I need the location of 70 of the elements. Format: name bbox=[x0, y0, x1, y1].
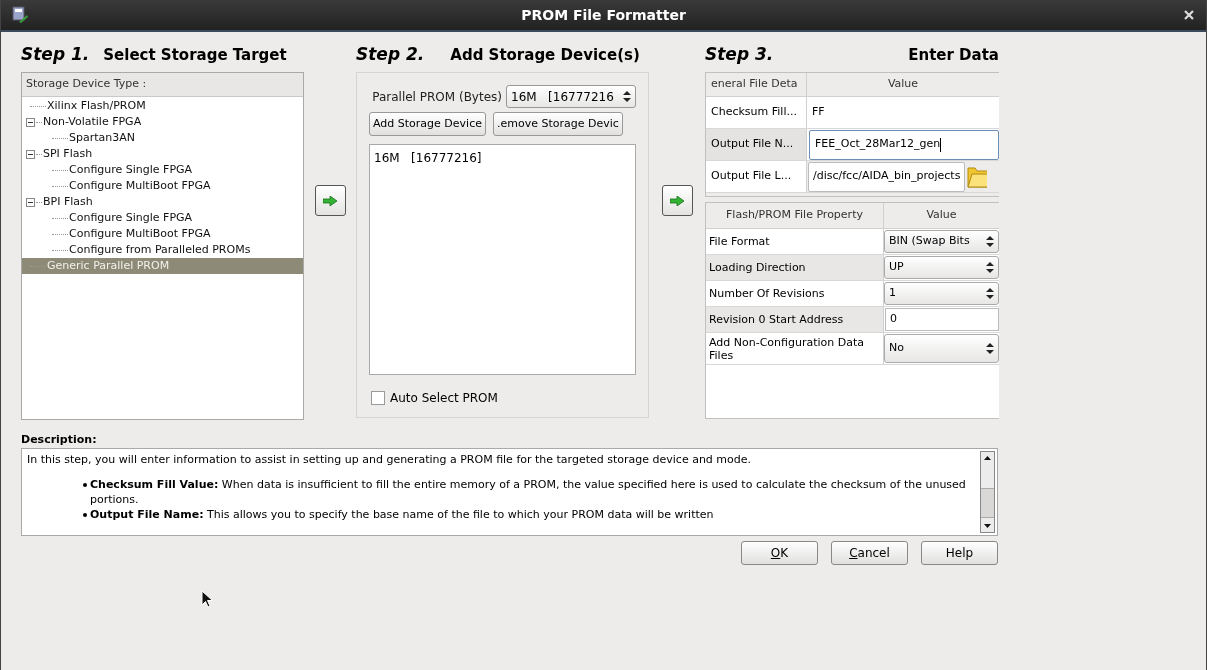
column-header: Flash/PROM File Property bbox=[706, 203, 884, 228]
step-title: Add Storage Device(s) bbox=[450, 45, 640, 66]
value-dropdown[interactable]: UP bbox=[884, 256, 999, 279]
step-number: Step 2. bbox=[356, 43, 425, 66]
column-header: Storage Device Type : bbox=[22, 73, 303, 97]
location-field[interactable]: /disc/fcc/AIDA_bin_projects bbox=[808, 161, 966, 192]
step-title: Select Storage Target bbox=[103, 45, 287, 66]
window-title: PROM File Formatter bbox=[521, 5, 686, 25]
storage-button[interactable]: Add Storage Device bbox=[369, 112, 486, 136]
value-dropdown[interactable]: 1 bbox=[884, 282, 999, 305]
next-button[interactable] bbox=[661, 185, 693, 216]
step-number: Step 3. bbox=[705, 43, 774, 66]
next-button[interactable] bbox=[314, 185, 346, 216]
scrollbar[interactable] bbox=[980, 451, 995, 533]
spinner-icon bbox=[623, 91, 631, 102]
arrow-icon bbox=[323, 195, 337, 206]
row-label: Checksum Fill... bbox=[706, 97, 807, 128]
row-label: Add Non-Configuration Data Files bbox=[706, 333, 884, 364]
section-label: Description: bbox=[21, 432, 98, 448]
size-dropdown[interactable]: 16M [16777216 bbox=[506, 85, 636, 108]
description-text: In this step, you will enter information to assist in setting up and generating a PROM file for the targeted storage device and mode. bbox=[27, 452, 753, 467]
storage-button[interactable]: .emove Storage Devic bbox=[492, 112, 623, 136]
bullet-icon bbox=[83, 513, 87, 517]
auto-select-checkbox[interactable] bbox=[371, 391, 385, 405]
step-number: Step 1. bbox=[21, 43, 90, 66]
dialog-button[interactable]: Help bbox=[921, 541, 998, 565]
expander-icon[interactable] bbox=[26, 117, 35, 127]
tree-item[interactable]: Configure MultiBoot FPGA bbox=[22, 226, 303, 242]
close-button[interactable] bbox=[1182, 8, 1196, 22]
tree-item[interactable]: Non-Volatile FPGA bbox=[22, 114, 303, 130]
value-dropdown[interactable]: No bbox=[884, 334, 999, 363]
tree-item[interactable]: BPI Flash bbox=[22, 194, 303, 210]
tree-item[interactable]: Xilinx Flash/PROM bbox=[22, 98, 303, 114]
value-field[interactable]: FF bbox=[807, 97, 999, 128]
bullet-icon bbox=[83, 483, 87, 487]
checkbox-label: Auto Select PROM bbox=[390, 390, 498, 407]
row-label: Revision 0 Start Address bbox=[706, 307, 884, 332]
field-label: Parallel PROM (Bytes) bbox=[372, 88, 502, 106]
spinner-icon bbox=[986, 262, 994, 273]
app-icon bbox=[11, 6, 29, 24]
spinner-icon bbox=[986, 236, 994, 247]
value-dropdown[interactable]: BIN (Swap Bits bbox=[884, 230, 999, 253]
tree-item[interactable]: SPI Flash bbox=[22, 146, 303, 162]
dialog-button[interactable]: OK bbox=[741, 541, 818, 565]
value-field[interactable]: 0 bbox=[885, 308, 999, 331]
scroll-thumb[interactable] bbox=[981, 488, 994, 518]
tree-item[interactable]: Configure Single FPGA bbox=[22, 162, 303, 178]
arrow-icon bbox=[670, 195, 684, 206]
value-field[interactable]: FEE_Oct_28Mar12_gen bbox=[809, 129, 999, 160]
tree-item[interactable]: Spartan3AN bbox=[22, 130, 303, 146]
column-header: Value bbox=[925, 207, 958, 224]
dialog-button[interactable]: Cancel bbox=[831, 541, 908, 565]
spinner-icon bbox=[986, 343, 994, 354]
row-label: Output File N... bbox=[706, 129, 807, 160]
column-header: eneral File Deta bbox=[706, 73, 807, 96]
step-title: Enter Data bbox=[908, 45, 999, 66]
row-label: Output File L... bbox=[706, 161, 807, 192]
mouse-cursor-icon bbox=[201, 590, 214, 608]
spinner-icon bbox=[986, 288, 994, 299]
bullet-text: Checksum Fill Value: When data is insufficient to fill the entire memory of a PROM, the value specified here is used to calculate the checksum of the unused portions. bbox=[90, 477, 967, 507]
expander-icon[interactable] bbox=[26, 197, 35, 207]
row-label: Loading Direction bbox=[706, 255, 884, 280]
tree-item[interactable]: Configure MultiBoot FPGA bbox=[22, 178, 303, 194]
tree-item[interactable]: Configure Single FPGA bbox=[22, 210, 303, 226]
tree-item[interactable]: Configure from Paralleled PROMs bbox=[22, 242, 303, 258]
column-header: Value bbox=[886, 76, 920, 93]
bullet-text: Output File Name: This allows you to specify the base name of the file to which your PROM data will be written bbox=[90, 507, 714, 522]
expander-icon[interactable] bbox=[26, 149, 35, 159]
list-item[interactable]: 16M [16777216] bbox=[374, 149, 631, 167]
close-icon bbox=[1182, 8, 1196, 22]
